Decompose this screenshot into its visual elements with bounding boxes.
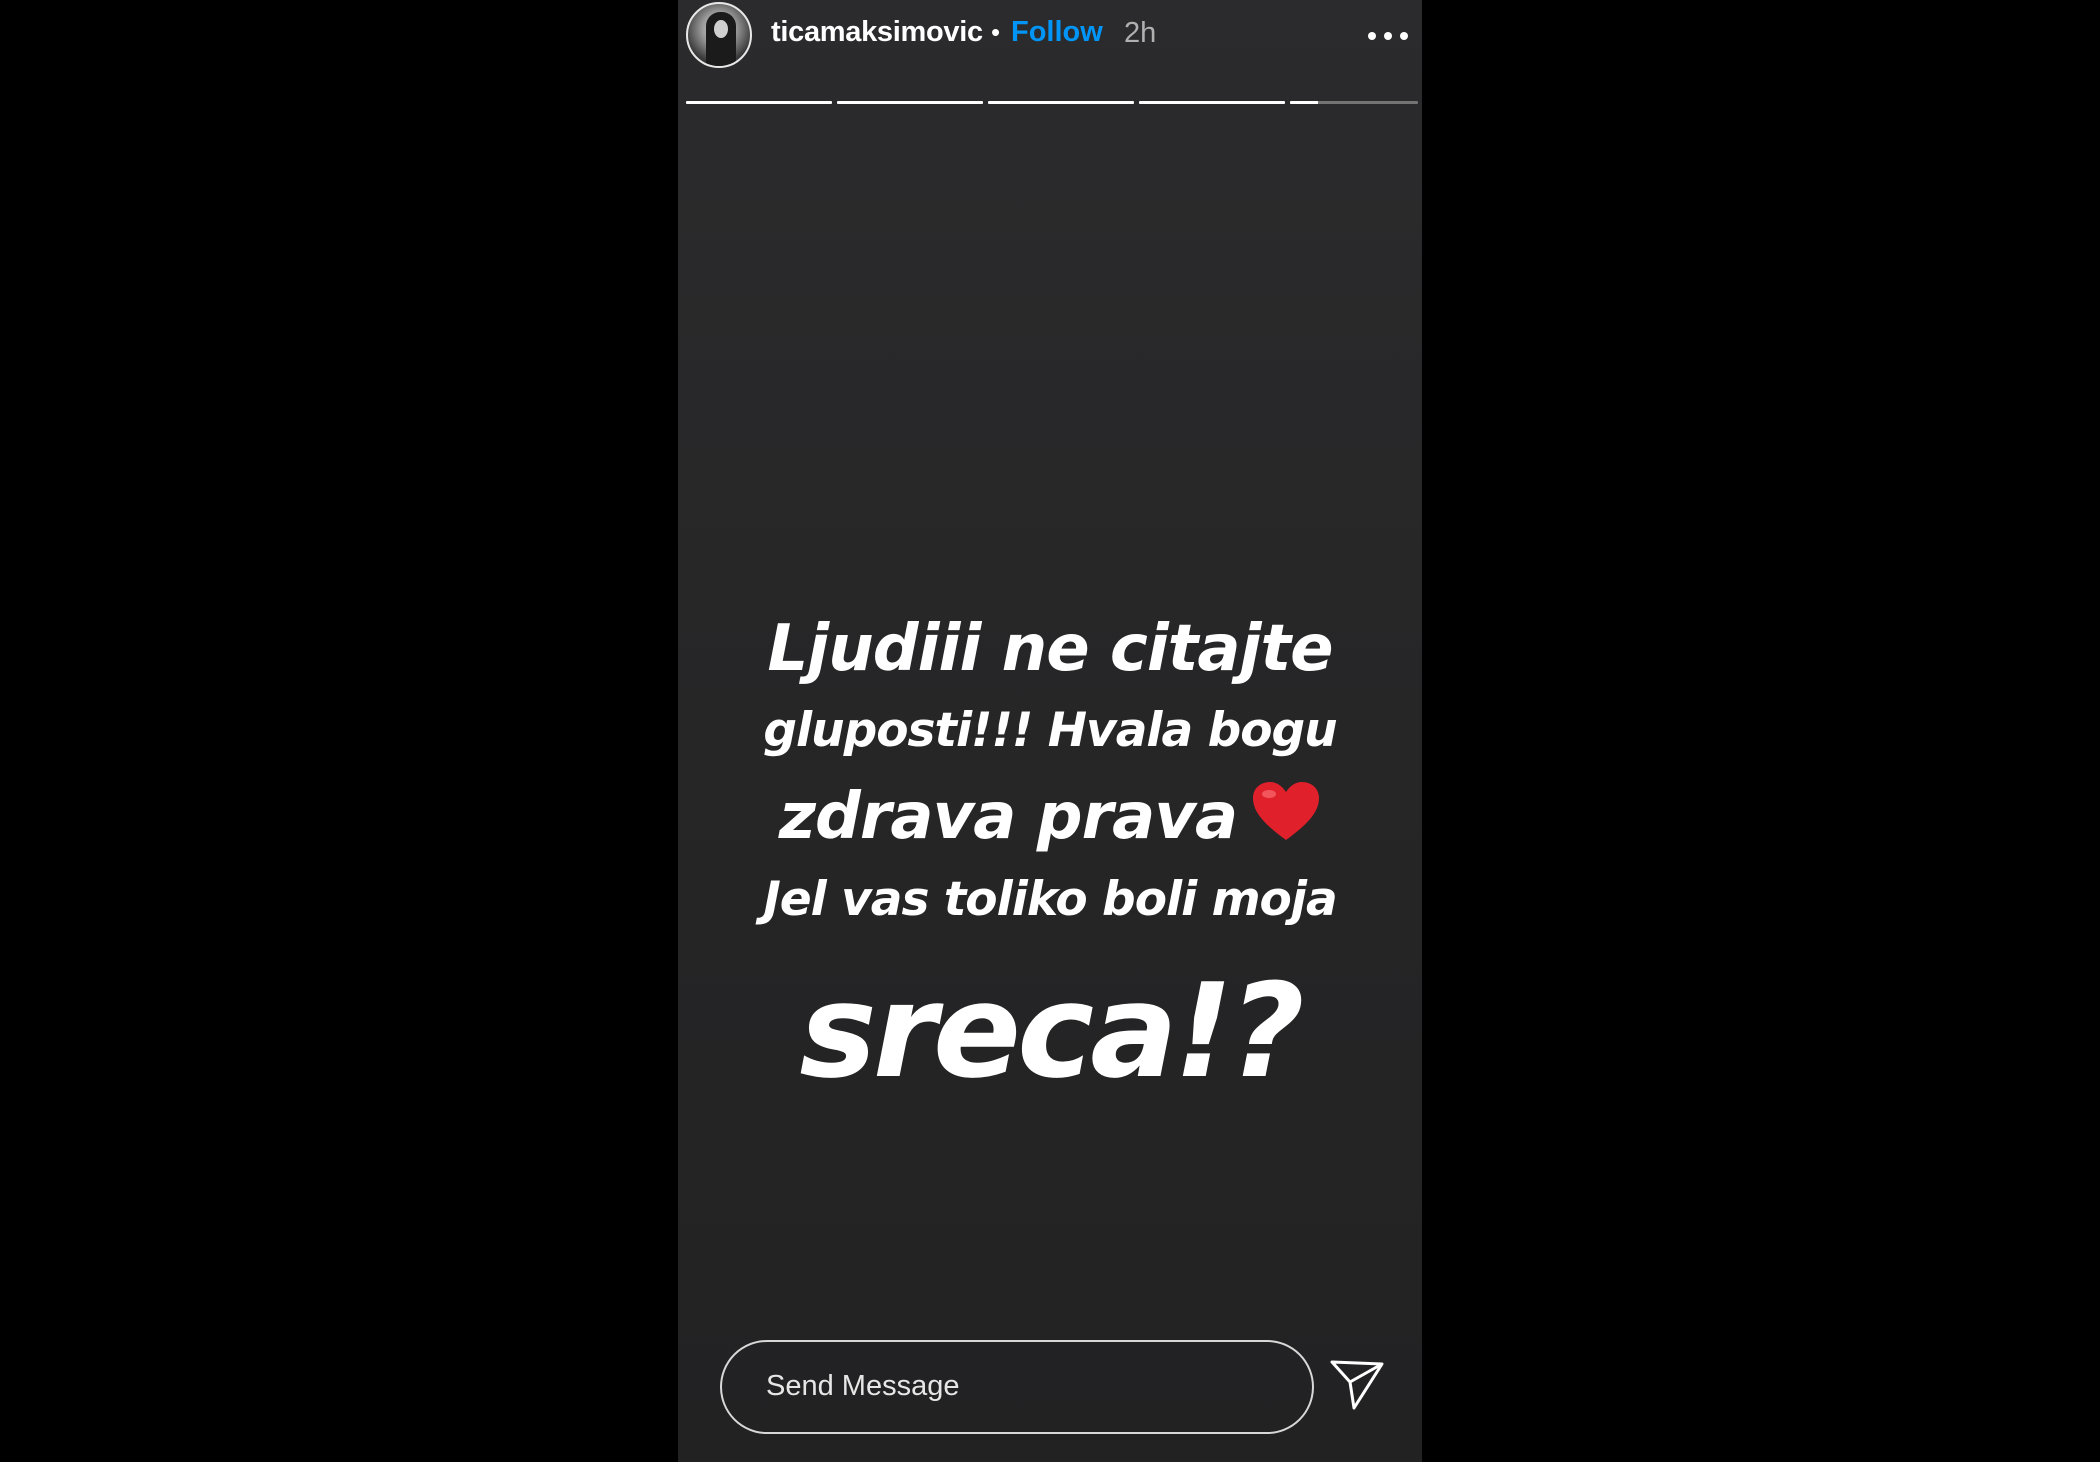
progress-segment-3 — [988, 101, 1134, 104]
story-text-line-1: Ljudiii ne citajte — [767, 612, 1333, 686]
story-viewer[interactable]: ticamaksimovic • Follow 2h Ljudiii ne ci… — [678, 0, 1422, 1462]
page: ticamaksimovic • Follow 2h Ljudiii ne ci… — [0, 0, 2100, 1462]
progress-segment-2 — [837, 101, 983, 104]
separator-dot: • — [991, 17, 1001, 47]
heart-emoji-icon — [1251, 780, 1321, 844]
more-options-icon[interactable] — [1366, 26, 1414, 46]
follow-button[interactable]: Follow — [1011, 16, 1103, 49]
post-time: 2h — [1124, 17, 1157, 49]
story-text-line-3: zdrava prava — [678, 780, 1422, 854]
story-text-line-4: Jel vas toliko boli moja — [763, 872, 1337, 927]
progress-segment-1 — [686, 101, 832, 104]
story-text-line-2: gluposti!!! Hvala bogu — [763, 703, 1337, 758]
send-message-input[interactable]: Send Message — [720, 1340, 1314, 1434]
progress-segment-5 — [1290, 101, 1418, 104]
username[interactable]: ticamaksimovic — [771, 16, 983, 49]
profile-avatar[interactable] — [686, 2, 752, 68]
story-progress — [686, 101, 1422, 105]
story-text-line-5: sreca!? — [799, 955, 1304, 1107]
progress-segment-4 — [1139, 101, 1285, 104]
story-header: ticamaksimovic • Follow 2h — [678, 0, 1422, 72]
paper-plane-icon[interactable] — [1328, 1358, 1386, 1412]
send-message-placeholder: Send Message — [766, 1370, 960, 1402]
story-text-line-3-label: zdrava prava — [778, 780, 1238, 854]
